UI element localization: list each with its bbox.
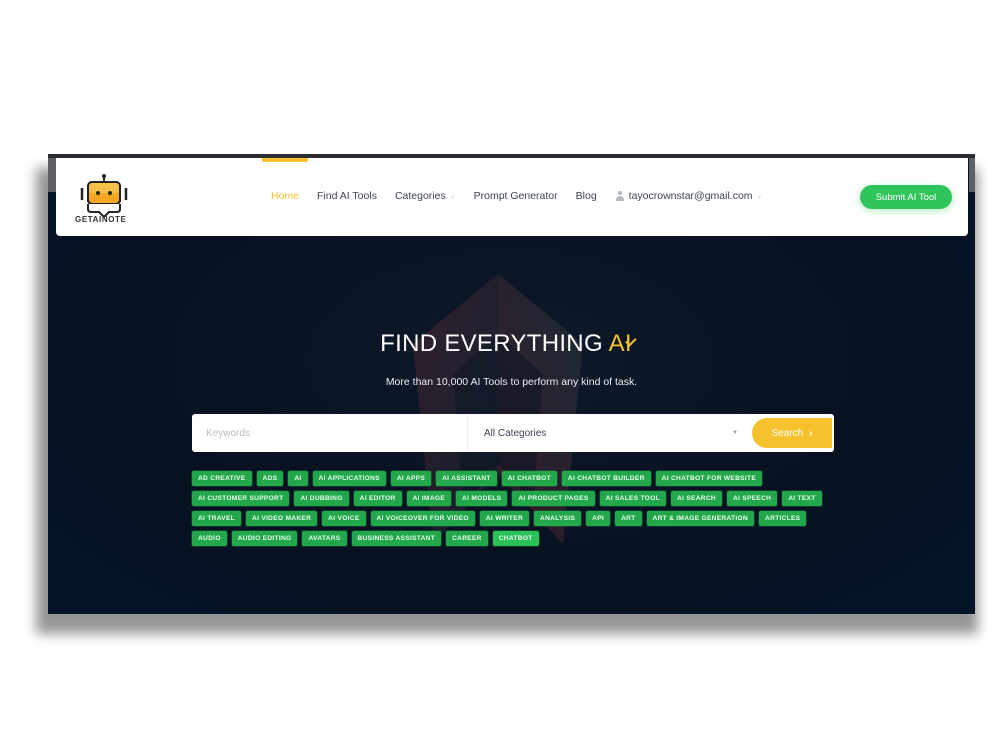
user-icon xyxy=(615,191,625,201)
category-tag[interactable]: AD CREATIVE xyxy=(192,471,252,486)
category-tag[interactable]: ANALYSIS xyxy=(534,511,582,526)
category-tag[interactable]: AI EDITOR xyxy=(353,491,402,506)
category-tag[interactable]: API xyxy=(586,511,611,526)
category-tag[interactable]: AI CHATBOT BUILDER xyxy=(561,471,651,486)
category-tag[interactable]: AI TEXT xyxy=(782,491,822,506)
nav-find-ai-tools[interactable]: Find AI Tools xyxy=(317,190,377,202)
caret-down-icon: ▼ xyxy=(732,430,738,436)
category-tag[interactable]: AI CHATBOT FOR WEBSITE xyxy=(655,471,763,486)
category-tag[interactable]: AI PRODUCT PAGES xyxy=(512,491,595,506)
category-tag[interactable]: AVATARS xyxy=(302,531,347,546)
nav-prompt-generator[interactable]: Prompt Generator xyxy=(474,190,558,202)
category-tag[interactable]: ADS xyxy=(256,471,284,486)
category-tag[interactable]: AI xyxy=(288,471,308,486)
category-tag[interactable]: AI TRAVEL xyxy=(192,511,242,526)
nav-find-ai-tools-label: Find AI Tools xyxy=(317,190,377,202)
search-bar: All Categories ▼ Search › xyxy=(192,414,834,452)
category-tags: AD CREATIVE ADS AI AI APPLICATIONS AI APPS AI… xyxy=(192,471,832,546)
browser-viewport: GETAINOTE Home Find AI Tools Categories ⌄… xyxy=(48,154,975,614)
nav-prompt-generator-label: Prompt Generator xyxy=(473,190,558,202)
nav-home-label: Home xyxy=(271,190,300,202)
category-tag[interactable]: AI SPEECH xyxy=(726,491,778,506)
nav-home[interactable]: Home xyxy=(271,190,299,202)
category-tag[interactable]: AI CHATBOT xyxy=(501,471,557,486)
search-button[interactable]: Search › xyxy=(752,418,832,448)
chevron-down-icon: ⌄ xyxy=(449,193,456,200)
nav-blog[interactable]: Blog xyxy=(576,190,597,202)
frame-right-strip xyxy=(969,158,975,192)
category-tag[interactable]: AI DUBBING xyxy=(294,491,349,506)
category-tag[interactable]: AUDIO EDITING xyxy=(231,531,298,546)
frame-left-strip xyxy=(48,158,56,192)
brand-name: GETAINOTE xyxy=(75,215,127,224)
nav-categories[interactable]: Categories ⌄ xyxy=(395,190,456,202)
category-tag[interactable]: AI VOICEOVER FOR VIDEO xyxy=(370,511,475,526)
category-tag[interactable]: ARTICLES xyxy=(759,511,807,526)
category-tag[interactable]: AI APPLICATIONS xyxy=(312,471,386,486)
category-tag[interactable]: ART xyxy=(615,511,642,526)
top-navbar: GETAINOTE Home Find AI Tools Categories ⌄… xyxy=(56,158,968,236)
chevron-down-icon: ⌄ xyxy=(756,193,763,200)
search-button-label: Search xyxy=(771,427,804,439)
nav-user-menu[interactable]: tayocrownstar@gmail.com ⌄ xyxy=(615,190,763,202)
category-tag[interactable]: AI CUSTOMER SUPPORT xyxy=(192,491,290,506)
hero-title-main: FIND EVERYTHING xyxy=(380,330,609,357)
category-tag[interactable]: AI WRITER xyxy=(479,511,530,526)
category-tag[interactable]: BUSINESS ASSISTANT xyxy=(351,531,442,546)
keywords-input[interactable] xyxy=(192,414,468,452)
category-tag[interactable]: AI SALES TOOL xyxy=(599,491,666,506)
hero-subtitle: More than 10,000 AI Tools to perform any… xyxy=(385,376,638,388)
category-select[interactable]: All Categories ▼ xyxy=(468,414,748,452)
category-tag[interactable]: AI IMAGE xyxy=(406,491,452,506)
main-nav: Home Find AI Tools Categories ⌄ Prompt Ge… xyxy=(271,190,780,202)
category-tag[interactable]: AI VOICE xyxy=(322,511,366,526)
category-tag[interactable]: AI VIDEO MAKER xyxy=(246,511,318,526)
chevron-right-icon: › xyxy=(809,427,813,439)
category-tag[interactable]: AI APPS xyxy=(390,471,432,486)
category-tag[interactable]: AI MODELS xyxy=(456,491,508,506)
category-tag[interactable]: AUDIO xyxy=(192,531,227,546)
nav-blog-label: Blog xyxy=(575,190,597,202)
category-select-value: All Categories xyxy=(484,427,547,439)
category-tag[interactable]: AI ASSISTANT xyxy=(436,471,497,486)
nav-categories-label: Categories xyxy=(394,190,446,202)
hero-title: FIND EVERYTHING AI xyxy=(48,330,975,358)
submit-ai-tool-button[interactable]: Submit AI Tool xyxy=(860,185,952,209)
active-nav-indicator xyxy=(262,158,308,162)
category-tag[interactable]: CAREER xyxy=(446,531,488,546)
user-email: tayocrownstar@gmail.com xyxy=(628,190,753,202)
category-tag[interactable]: CHATBOT xyxy=(492,531,539,546)
category-tag[interactable]: ART & IMAGE GENERATION xyxy=(646,511,755,526)
category-tag[interactable]: AI SEARCH xyxy=(670,491,722,506)
